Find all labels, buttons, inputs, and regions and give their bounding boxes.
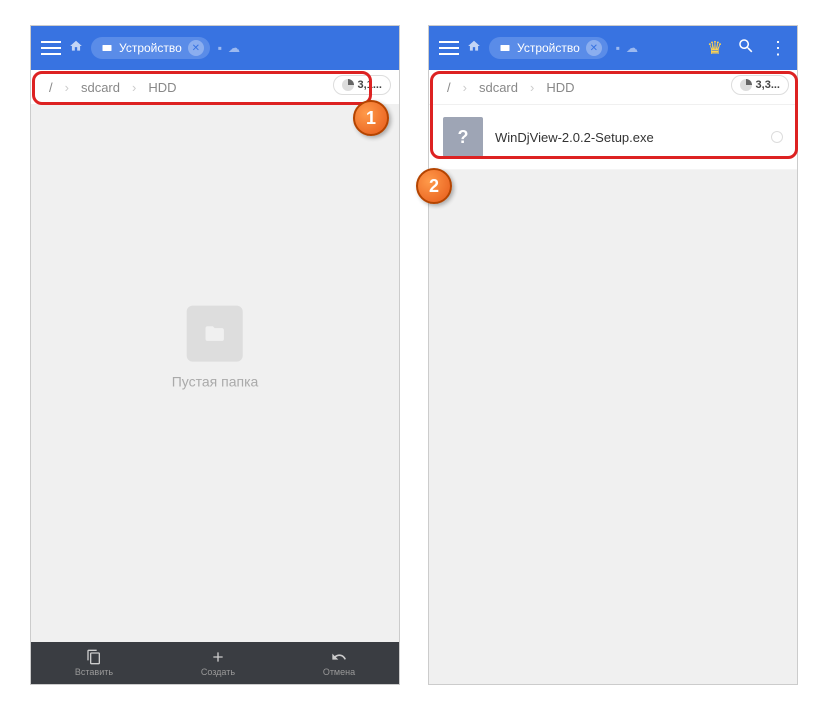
close-tab-icon[interactable]: ✕ <box>586 40 602 56</box>
menu-icon[interactable] <box>41 41 61 55</box>
top-app-bar: Устройство ✕ ▪ ☁ ♛ ⋮ <box>429 26 797 70</box>
breadcrumb-item[interactable]: HDD <box>144 80 180 95</box>
more-options-icon[interactable]: ⋮ <box>769 38 787 59</box>
cloud-icon: ☁ <box>228 41 240 55</box>
pie-chart-icon <box>342 79 354 91</box>
extra-indicators: ▪ ☁ <box>218 41 240 55</box>
breadcrumb-root[interactable]: / <box>45 80 57 95</box>
location-tab[interactable]: Устройство ✕ <box>91 37 210 59</box>
chat-icon: ▪ <box>616 41 620 55</box>
paste-button[interactable]: Вставить <box>75 649 113 677</box>
menu-icon[interactable] <box>439 41 459 55</box>
callout-badge-1: 1 <box>353 100 389 136</box>
storage-icon <box>499 42 511 54</box>
storage-value: 3,1... <box>358 79 382 91</box>
storage-value: 3,3... <box>756 79 780 91</box>
chevron-right-icon: › <box>455 80 475 95</box>
folder-icon <box>187 306 243 362</box>
unknown-file-icon: ? <box>443 117 483 157</box>
top-app-bar: Устройство ✕ ▪ ☁ <box>31 26 399 70</box>
search-icon[interactable] <box>737 37 755 60</box>
cancel-label: Отмена <box>323 667 355 677</box>
phone-screenshot-left: Устройство ✕ ▪ ☁ / › sdcard › HDD 3,1...… <box>30 25 400 685</box>
tab-label: Устройство <box>119 41 182 55</box>
chevron-right-icon: › <box>124 80 144 95</box>
callout-badge-2: 2 <box>416 168 452 204</box>
breadcrumb-item[interactable]: HDD <box>542 80 578 95</box>
bottom-action-bar: Вставить Создать Отмена <box>31 642 399 684</box>
empty-folder-state: Пустая папка <box>172 306 259 390</box>
storage-indicator[interactable]: 3,3... <box>731 75 789 95</box>
breadcrumb-item[interactable]: sdcard <box>77 80 124 95</box>
cloud-icon: ☁ <box>626 41 638 55</box>
extra-indicators: ▪ ☁ <box>616 41 638 55</box>
selection-indicator[interactable] <box>771 131 783 143</box>
chat-icon: ▪ <box>218 41 222 55</box>
empty-folder-label: Пустая папка <box>172 374 259 390</box>
chevron-right-icon: › <box>522 80 542 95</box>
create-button[interactable]: Создать <box>201 649 235 677</box>
cancel-button[interactable]: Отмена <box>323 649 355 677</box>
breadcrumb-root[interactable]: / <box>443 80 455 95</box>
create-label: Создать <box>201 667 235 677</box>
storage-icon <box>101 42 113 54</box>
crown-icon[interactable]: ♛ <box>707 38 723 59</box>
chevron-right-icon: › <box>57 80 77 95</box>
paste-label: Вставить <box>75 667 113 677</box>
home-icon[interactable] <box>467 39 481 58</box>
file-list-item[interactable]: ? WinDjView-2.0.2-Setup.exe <box>429 105 797 170</box>
content-area: / › sdcard › HDD 3,3... ? WinDjView-2.0.… <box>429 70 797 684</box>
storage-indicator[interactable]: 3,1... <box>333 75 391 95</box>
breadcrumb: / › sdcard › HDD 3,1... <box>31 70 399 104</box>
pie-chart-icon <box>740 79 752 91</box>
tab-label: Устройство <box>517 41 580 55</box>
breadcrumb-item[interactable]: sdcard <box>475 80 522 95</box>
content-area: / › sdcard › HDD 3,1... Пустая папка <box>31 70 399 642</box>
close-tab-icon[interactable]: ✕ <box>188 40 204 56</box>
home-icon[interactable] <box>69 39 83 58</box>
location-tab[interactable]: Устройство ✕ <box>489 37 608 59</box>
phone-screenshot-right: Устройство ✕ ▪ ☁ ♛ ⋮ / › sdcard › HDD 3,… <box>428 25 798 685</box>
breadcrumb: / › sdcard › HDD 3,3... <box>429 70 797 104</box>
file-name: WinDjView-2.0.2-Setup.exe <box>495 130 759 145</box>
